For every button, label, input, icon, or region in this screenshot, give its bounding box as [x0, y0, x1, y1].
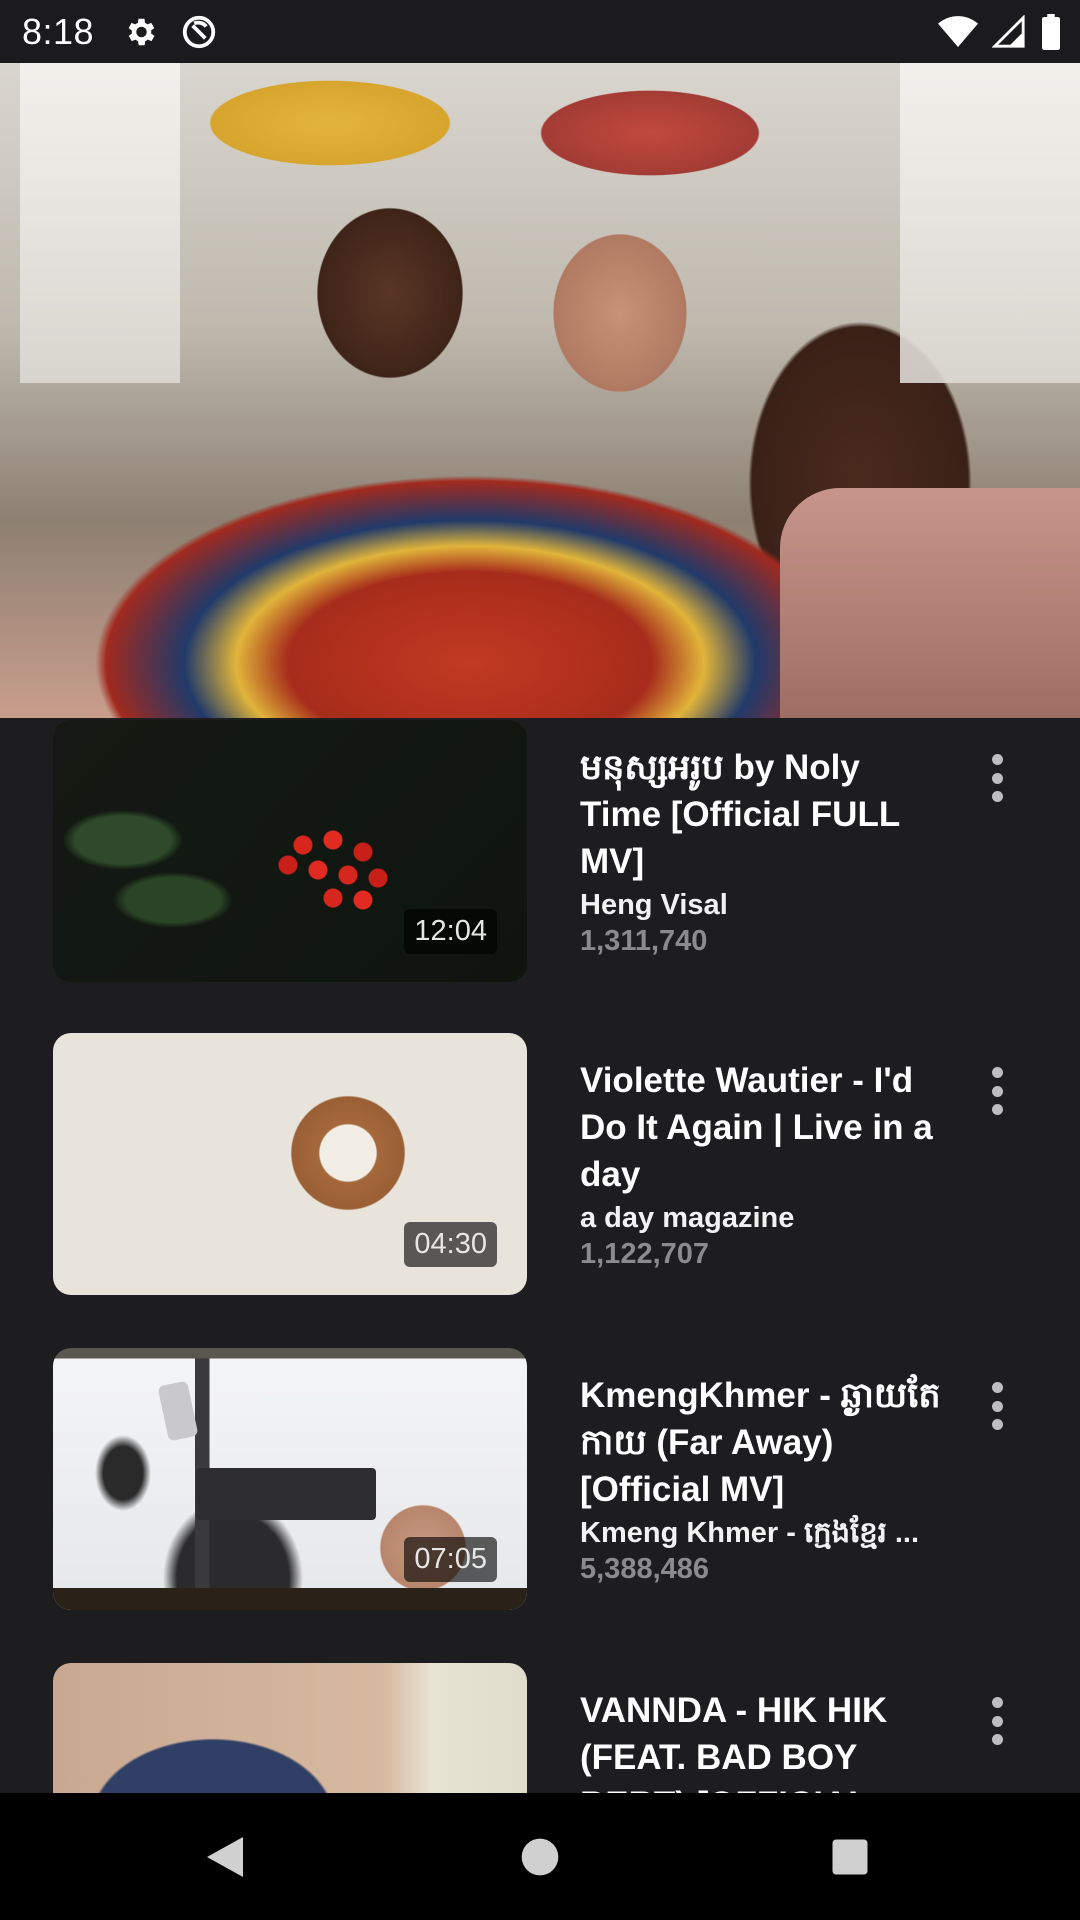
video-thumbnail[interactable]: 04:30 — [53, 1033, 527, 1295]
video-thumbnail[interactable] — [53, 1663, 527, 1793]
signal-icon — [992, 14, 1025, 48]
video-info[interactable]: VANNDA - HIK HIK (FEAT. BAD BOY BERT) [O… — [580, 1687, 950, 1793]
status-bar: 8:18 — [0, 0, 1080, 63]
video-duration: 04:30 — [404, 1222, 497, 1267]
video-info[interactable]: KmengKhmer - ឆ្ងាយតែកាយ (Far Away) [Offi… — [580, 1372, 950, 1587]
gear-icon — [128, 18, 155, 45]
more-options-icon[interactable] — [980, 1378, 1014, 1434]
video-channel: Kmeng Khmer - ក្មេងខ្មែរ ... — [580, 1517, 920, 1549]
hero-window-left — [20, 63, 180, 383]
video-thumbnail[interactable]: 12:04 — [53, 720, 527, 982]
video-list: 12:04 មនុស្សអរូប by Noly Time [Official … — [0, 718, 1080, 1793]
video-duration: 07:05 — [404, 1537, 497, 1582]
thumb-keyboard — [196, 1468, 376, 1520]
status-right-icons — [938, 0, 1062, 63]
hero-window-right — [900, 63, 1080, 383]
thumb-floor — [53, 1588, 527, 1610]
video-title[interactable]: Violette Wautier - I'd Do It Again | Liv… — [580, 1057, 950, 1198]
battery-icon — [1042, 13, 1060, 50]
video-channel: Heng Visal — [580, 889, 728, 921]
video-title[interactable]: KmengKhmer - ឆ្ងាយតែកាយ (Far Away) [Offi… — [580, 1372, 950, 1513]
status-left-icons — [122, 13, 218, 51]
no-symbol-icon — [182, 15, 216, 48]
more-options-icon[interactable] — [980, 1693, 1014, 1749]
video-item[interactable]: 04:30 Violette Wautier - I'd Do It Again… — [0, 1033, 1080, 1295]
video-channel: a day magazine — [580, 1202, 795, 1234]
navigation-bar — [0, 1793, 1080, 1920]
video-views: 1,122,707 — [580, 1238, 710, 1270]
hero-image[interactable] — [0, 63, 1080, 718]
back-icon — [207, 1837, 243, 1877]
home-button[interactable] — [508, 1825, 572, 1889]
video-title[interactable]: មនុស្សអរូប by Noly Time [Official FULL M… — [580, 744, 950, 885]
wifi-icon — [938, 15, 978, 47]
recents-icon — [832, 1839, 868, 1875]
video-views: 1,311,740 — [580, 925, 708, 957]
video-thumbnail[interactable]: 07:05 — [53, 1348, 527, 1610]
thumb-phone — [157, 1380, 199, 1442]
video-title[interactable]: VANNDA - HIK HIK (FEAT. BAD BOY BERT) [O… — [580, 1687, 950, 1793]
video-info[interactable]: មនុស្សអរូប by Noly Time [Official FULL M… — [580, 744, 950, 959]
recents-button[interactable] — [818, 1825, 882, 1889]
back-button[interactable] — [193, 1825, 257, 1889]
video-duration: 12:04 — [404, 909, 497, 954]
video-item[interactable]: 07:05 KmengKhmer - ឆ្ងាយតែកាយ (Far Away)… — [0, 1348, 1080, 1610]
video-item[interactable]: VANNDA - HIK HIK (FEAT. BAD BOY BERT) [O… — [0, 1663, 1080, 1793]
hero-sofa — [780, 488, 1080, 718]
video-item[interactable]: 12:04 មនុស្សអរូប by Noly Time [Official … — [0, 720, 1080, 982]
status-time: 8:18 — [22, 10, 95, 52]
home-icon — [521, 1838, 559, 1876]
video-info[interactable]: Violette Wautier - I'd Do It Again | Liv… — [580, 1057, 950, 1272]
video-views: 5,388,486 — [580, 1553, 710, 1585]
more-options-icon[interactable] — [980, 750, 1014, 806]
more-options-icon[interactable] — [980, 1063, 1014, 1119]
